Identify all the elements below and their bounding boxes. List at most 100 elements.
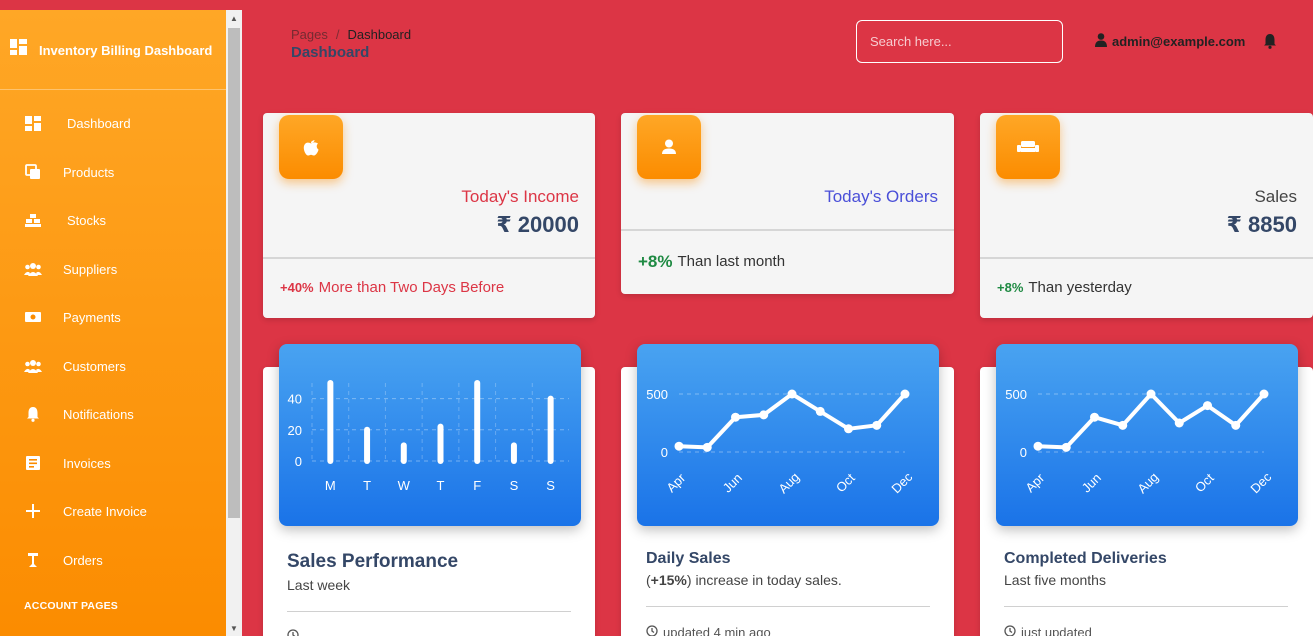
x-tick-label: Jun <box>1079 470 1104 495</box>
stat-footer-text: Than yesterday <box>1028 279 1132 296</box>
chart-title: Sales Performance <box>287 551 459 572</box>
data-point <box>1061 442 1071 452</box>
app-title: Inventory Billing Dashboard <box>39 43 213 58</box>
data-point <box>900 389 910 399</box>
payments-icon <box>23 308 43 326</box>
line-chart-svg: 0 500 Apr Jun Aug Oct Dec <box>646 387 915 496</box>
customers-icon <box>23 357 43 375</box>
y-tick-label: 500 <box>646 387 668 402</box>
user-icon <box>1095 33 1107 50</box>
sidebar: Inventory Billing Dashboard Dashboard Pr… <box>0 10 226 636</box>
y-tick-label: 40 <box>288 392 302 407</box>
data-point <box>1090 412 1099 422</box>
chart-footer: ... <box>287 629 315 636</box>
sidebar-item-label: Suppliers <box>63 261 118 277</box>
chart-footer: updated 4 min ago <box>646 625 771 636</box>
series-line <box>677 392 907 450</box>
x-tick-label: Aug <box>1134 469 1161 496</box>
breadcrumb: Pages / Dashboard <box>291 27 411 42</box>
data-point <box>1118 420 1128 430</box>
breadcrumb-separator: / <box>335 27 340 42</box>
sidebar-item-label: Create Invoice <box>63 503 147 519</box>
data-point <box>1146 389 1156 399</box>
line-chart-daily-sales: 0 500 Apr Jun Aug Oct Dec <box>637 344 939 526</box>
sidebar-item-label: Payments <box>63 309 121 325</box>
products-icon <box>23 163 43 181</box>
series-line <box>1036 392 1266 450</box>
sidebar-item-invoices[interactable]: Invoices <box>0 443 226 483</box>
section-label-account-pages: ACCOUNT PAGES <box>24 600 118 612</box>
line-chart-svg: 0 500 Apr Jun Aug Oct Dec <box>1005 387 1274 496</box>
sidebar-item-customers[interactable]: Customers <box>0 346 226 386</box>
sidebar-item-products[interactable]: Products <box>0 152 226 192</box>
stocks-icon <box>23 211 43 229</box>
y-tick-label: 500 <box>1005 387 1027 402</box>
sidebar-item-notifications[interactable]: Notifications <box>0 394 226 434</box>
data-point <box>702 442 712 452</box>
x-tick-label: Apr <box>663 470 688 495</box>
x-tick-label: Jun <box>720 470 745 495</box>
data-point <box>872 420 882 430</box>
data-point <box>1174 418 1184 428</box>
chart-footer-text: ... <box>304 629 315 636</box>
x-tick-label: W <box>398 478 411 493</box>
chart-subtitle-change: +15% <box>650 572 687 588</box>
stat-footer: +8% Than yesterday <box>980 259 1313 316</box>
line-chart-completed-deliveries: 0 500 Apr Jun Aug Oct Dec <box>996 344 1298 526</box>
sidebar-item-orders[interactable]: Orders <box>0 540 226 580</box>
notifications-bell-icon[interactable] <box>1263 33 1277 54</box>
sidebar-item-label: Invoices <box>63 455 111 471</box>
user-menu[interactable]: admin@example.com <box>1095 33 1245 50</box>
sidebar-item-payments[interactable]: Payments <box>0 297 226 337</box>
x-tick-label: T <box>363 478 371 493</box>
chart-subtitle-text: increase in today sales. <box>695 572 842 588</box>
sidebar-item-suppliers[interactable]: Suppliers <box>0 249 226 289</box>
scroll-down-arrow-icon[interactable]: ▼ <box>226 620 242 636</box>
stat-footer-text: More than Two Days Before <box>318 279 505 296</box>
plus-icon <box>23 502 43 520</box>
x-tick-label: S <box>546 478 555 493</box>
stat-card-sales: Sales ₹ 8850 +8% Than yesterday <box>980 113 1313 318</box>
sidebar-item-create-invoice[interactable]: Create Invoice <box>0 491 226 531</box>
brand[interactable]: Inventory Billing Dashboard <box>0 10 226 90</box>
x-tick-label: Dec <box>888 469 915 496</box>
sidebar-scrollbar[interactable]: ▲ ▼ <box>226 10 242 636</box>
x-tick-label: S <box>510 478 519 493</box>
data-point <box>1203 401 1212 411</box>
data-point <box>759 410 769 420</box>
sidebar-item-label: Notifications <box>63 406 134 422</box>
stat-change: +8% <box>638 251 673 271</box>
chart-divider <box>646 606 930 607</box>
sidebar-item-label: Dashboard <box>67 115 131 131</box>
sidebar-item-stocks[interactable]: Stocks <box>0 200 226 240</box>
x-tick-label: M <box>325 478 336 493</box>
user-email: admin@example.com <box>1112 34 1246 49</box>
stat-label: Sales <box>1254 187 1297 206</box>
chart-footer-text: just updated <box>1021 625 1092 636</box>
data-point <box>1259 389 1269 399</box>
orders-icon <box>23 551 43 569</box>
sidebar-item-dashboard[interactable]: Dashboard <box>0 103 226 143</box>
chart-title: Completed Deliveries <box>1004 550 1167 567</box>
bell-icon <box>23 405 43 423</box>
dashboard-logo-icon <box>10 39 27 60</box>
data-point <box>844 424 853 434</box>
sofa-icon <box>996 115 1060 179</box>
x-tick-label: Apr <box>1022 470 1047 495</box>
sidebar-item-label: Orders <box>63 552 103 568</box>
scroll-thumb[interactable] <box>228 28 240 518</box>
x-tick-label: Aug <box>775 469 802 496</box>
stat-footer: +40% More than Two Days Before <box>263 259 595 316</box>
page-title: Dashboard <box>291 44 370 61</box>
breadcrumb-root[interactable]: Pages <box>291 27 328 42</box>
chart-subtitle: Last week <box>287 577 351 593</box>
stat-change: +8% <box>997 280 1024 295</box>
y-tick-label: 0 <box>295 454 302 469</box>
search-input[interactable] <box>856 20 1063 63</box>
stat-change: +40% <box>280 280 314 295</box>
data-point <box>731 412 740 422</box>
data-point <box>787 389 797 399</box>
x-tick-label: Oct <box>1192 470 1217 495</box>
bar-chart-svg: 0 20 40 M T W T F S S <box>288 380 569 493</box>
scroll-up-arrow-icon[interactable]: ▲ <box>226 10 242 26</box>
